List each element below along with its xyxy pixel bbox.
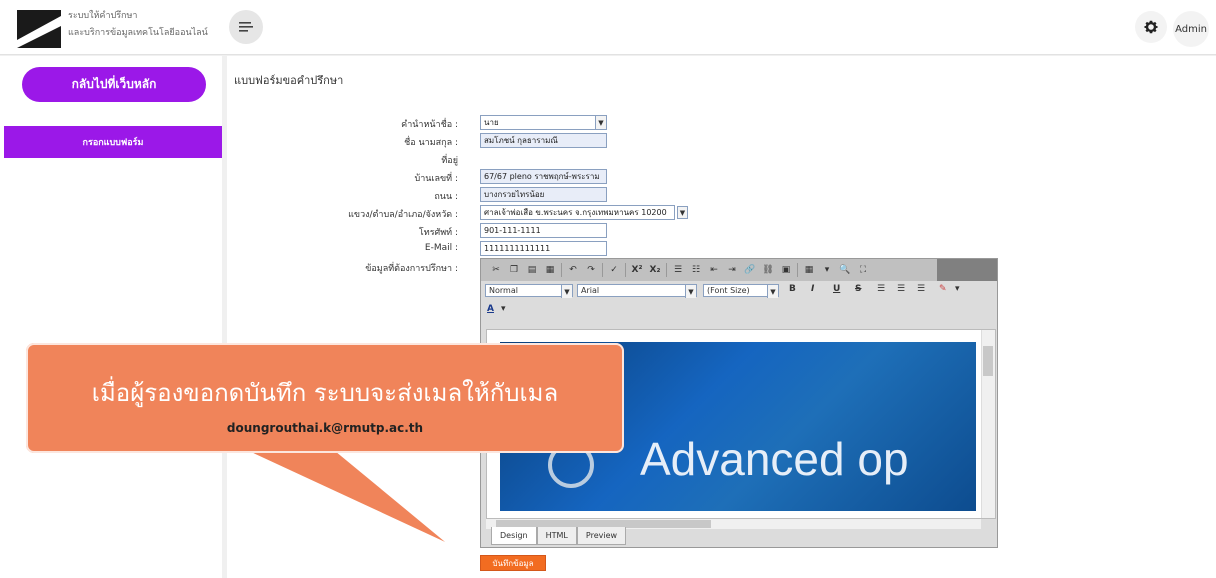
font-dropdown[interactable]: Arial ▼ <box>577 284 697 298</box>
callout-email: doungrouthai.k@rmutp.ac.th <box>226 421 424 435</box>
page-title: แบบฟอร์มขอคำปรึกษา <box>234 74 344 87</box>
font-value: Arial <box>581 286 600 295</box>
spellcheck-icon[interactable]: ✓ <box>605 263 623 277</box>
gear-icon <box>1144 20 1158 34</box>
bullet-list-icon[interactable]: ☷ <box>687 263 705 277</box>
save-button[interactable]: บันทึกข้อมูล <box>480 555 546 571</box>
road-label: ถนน : <box>434 192 458 202</box>
tab-html[interactable]: HTML <box>536 527 577 545</box>
find-icon[interactable]: 🔍 <box>836 263 854 277</box>
brand-line-2: และบริการข้อมูลเทคโนโลยีออนไลน์ <box>68 28 208 38</box>
back-to-main-button[interactable]: กลับไปที่เว็บหลัก <box>22 67 206 102</box>
chevron-down-icon: ▼ <box>685 285 696 298</box>
house-no-label: บ้านเลขที่ : <box>414 174 459 184</box>
font-size-value: (Font Size) <box>707 286 750 295</box>
address-label: ที่อยู่ <box>441 156 458 166</box>
sidebar-item-form[interactable]: กรอกแบบฟอร์ม <box>4 126 222 158</box>
fullname-label: ชื่อ นามสกุล : <box>404 138 458 148</box>
superscript-icon[interactable]: X² <box>628 263 646 277</box>
house-no-input[interactable]: 67/67 pleno ราชพฤกษ์-พระราม <box>480 169 607 184</box>
cut-icon[interactable]: ✂ <box>487 263 505 277</box>
prefix-value: นาย <box>484 118 499 127</box>
logo-icon <box>17 10 61 48</box>
format-value: Normal <box>489 286 518 295</box>
chevron-down-icon: ▼ <box>561 285 572 298</box>
phone-label: โทรศัพท์ : <box>418 228 458 238</box>
unlink-icon[interactable]: ⛓ <box>759 263 777 277</box>
link-icon[interactable]: 🔗 <box>741 263 759 277</box>
menu-toggle-button[interactable] <box>229 10 263 44</box>
brand-line-1: ระบบให้คำปรึกษา <box>68 11 138 21</box>
annotation-callout: เมื่อผู้รองขอกดบันทึก ระบบจะส่งเมลให้กับ… <box>26 343 624 453</box>
consult-label: ข้อมูลที่ต้องการปรึกษา : <box>365 264 458 274</box>
chevron-down-icon[interactable]: ▼ <box>677 206 688 219</box>
table-icon[interactable]: ▦ <box>800 263 818 277</box>
undo-icon[interactable]: ↶ <box>564 263 582 277</box>
settings-button[interactable] <box>1135 11 1167 43</box>
paste-icon[interactable]: ▤ <box>523 263 541 277</box>
editor-toolbar: ✂ ❐ ▤ ▦ ↶ ↷ ✓ X² X₂ ☰ ☷ ⇤ ⇥ 🔗 ⛓ ▣ ▦ ▾ 🔍 … <box>481 259 997 281</box>
font-color-icon[interactable]: A <box>487 304 494 314</box>
top-header: ระบบให้คำปรึกษา และบริการข้อมูลเทคโนโลยี… <box>0 0 1216 55</box>
chevron-down-icon: ▼ <box>767 285 778 298</box>
align-center-icon[interactable]: ☰ <box>897 284 905 294</box>
admin-avatar[interactable]: Admin <box>1173 11 1209 47</box>
brand-text: ระบบให้คำปรึกษา และบริการข้อมูลเทคโนโลยี… <box>68 8 208 42</box>
align-right-icon[interactable]: ☰ <box>917 284 925 294</box>
email-label: E-Mail : <box>424 243 458 253</box>
road-input[interactable]: บางกรวยไทรน้อย <box>480 187 607 202</box>
chevron-down-icon: ▼ <box>595 116 606 129</box>
hamburger-icon <box>239 22 253 32</box>
fullscreen-icon[interactable]: ⛶ <box>854 263 872 277</box>
editor-color-bar: A ▾ <box>481 301 997 319</box>
image-icon[interactable]: ▣ <box>777 263 795 277</box>
font-size-dropdown[interactable]: (Font Size) ▼ <box>703 284 779 298</box>
bold-icon[interactable]: B <box>789 284 796 294</box>
chevron-down-icon[interactable]: ▾ <box>818 263 836 277</box>
editor-mode-tabs: Design HTML Preview <box>491 527 627 545</box>
indent-icon[interactable]: ⇥ <box>723 263 741 277</box>
callout-tail <box>245 450 451 546</box>
underline-icon[interactable]: U <box>833 284 840 294</box>
toolbar-spacer <box>937 259 997 281</box>
image-text: Advanced op <box>640 433 909 485</box>
redo-icon[interactable]: ↷ <box>582 263 600 277</box>
editor-format-bar: Normal ▼ Arial ▼ (Font Size) ▼ B I U S ☰… <box>481 281 997 301</box>
fullname-input[interactable]: สมโภชน์ กุลธารามณี <box>480 133 607 148</box>
vertical-scrollbar[interactable] <box>981 330 995 518</box>
scroll-thumb[interactable] <box>983 346 993 376</box>
prefix-select[interactable]: นาย ▼ <box>480 115 607 130</box>
email-input[interactable]: 1111111111111 <box>480 241 607 256</box>
tab-preview[interactable]: Preview <box>576 527 627 545</box>
tab-design[interactable]: Design <box>491 527 537 545</box>
strikethrough-icon[interactable]: S <box>855 284 861 294</box>
chevron-down-icon[interactable]: ▾ <box>955 284 960 294</box>
sidebar: กลับไปที่เว็บหลัก กรอกแบบฟอร์ม <box>0 56 222 578</box>
subscript-icon[interactable]: X₂ <box>646 263 664 277</box>
prefix-label: คำนำหน้าชื่อ : <box>401 120 458 130</box>
outdent-icon[interactable]: ⇤ <box>705 263 723 277</box>
ordered-list-icon[interactable]: ☰ <box>669 263 687 277</box>
highlight-icon[interactable]: ✎ <box>939 284 947 294</box>
format-dropdown[interactable]: Normal ▼ <box>485 284 573 298</box>
chevron-down-icon[interactable]: ▾ <box>501 304 506 314</box>
copy-icon[interactable]: ❐ <box>505 263 523 277</box>
italic-icon[interactable]: I <box>811 284 814 294</box>
align-left-icon[interactable]: ☰ <box>877 284 885 294</box>
district-select[interactable]: ศาลเจ้าพ่อเสือ ข.พระนคร จ.กรุงเทพมหานคร … <box>480 205 675 220</box>
paste-text-icon[interactable]: ▦ <box>541 263 559 277</box>
callout-title: เมื่อผู้รองขอกดบันทึก ระบบจะส่งเมลให้กับ… <box>91 379 559 407</box>
district-label: แขวง/ตำบล/อำเภอ/จังหวัด : <box>348 210 458 220</box>
phone-input[interactable]: 901-111-1111 <box>480 223 607 238</box>
